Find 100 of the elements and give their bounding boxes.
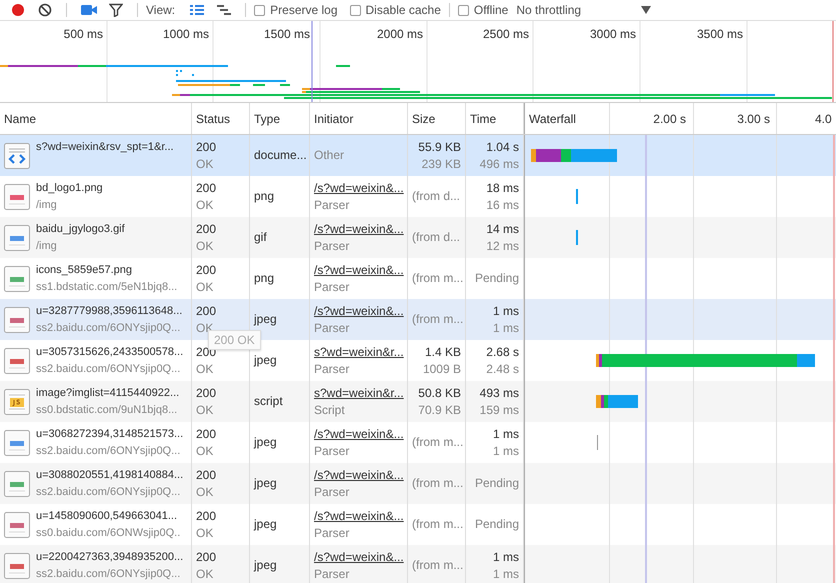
status-text: OK	[196, 360, 214, 378]
tick-label: 3500 ms	[696, 27, 743, 41]
initiator-cause: Other	[314, 147, 346, 164]
status-code: 200	[196, 138, 218, 156]
type-text: jpeg	[254, 434, 278, 451]
initiator-cause: Script	[314, 402, 346, 418]
latency-text: 12 ms	[486, 238, 519, 254]
status-code: 200	[196, 262, 218, 278]
status-code: 200	[196, 508, 218, 524]
status-text: OK	[196, 238, 214, 254]
timing-bar[interactable]	[596, 395, 638, 408]
image-file-icon	[4, 552, 30, 578]
tick-label: 2.00 s	[653, 111, 686, 128]
column-header[interactable]: Initiator	[310, 103, 408, 134]
initiator-link[interactable]: /s?wd=weixin&...	[314, 302, 403, 320]
time-text: Pending	[474, 475, 519, 492]
initiator-cause: Parser	[314, 238, 350, 254]
initiator-link[interactable]: /s?wd=weixin&...	[314, 220, 403, 238]
checkbox-label: Offline	[474, 3, 508, 17]
column-header[interactable]: Status	[192, 103, 250, 134]
size-text: (from m...	[412, 557, 461, 574]
resource-size: 239 KB	[422, 156, 461, 172]
initiator-link[interactable]: /s?wd=weixin&...	[314, 426, 403, 442]
file-path: ss2.baidu.com/6ONYsjip0Q...	[36, 320, 182, 336]
image-file-icon	[4, 306, 30, 332]
file-name: u=3088020551,4198140884...	[36, 468, 184, 482]
record-icon	[10, 3, 24, 17]
file-path: ss2.baidu.com/6ONYsjip0Q...	[36, 484, 182, 500]
size-text: (from d...	[412, 188, 461, 205]
latency-text: 496 ms	[480, 156, 519, 172]
file-path: /img	[36, 198, 58, 212]
file-path: ss2.baidu.com/6ONYsjip0Q...	[36, 566, 182, 582]
initiator-link[interactable]: /s?wd=weixin&...	[314, 180, 403, 196]
column-header[interactable]: Time	[466, 103, 524, 134]
status-text: OK	[196, 442, 214, 460]
time-text: 1.04 s	[486, 138, 519, 156]
size-text: (from d...	[412, 229, 461, 246]
initiator-link[interactable]: s?wd=weixin&r...	[314, 344, 403, 360]
type-text: jpeg	[254, 352, 278, 369]
initiator-cause: Parser	[314, 320, 350, 336]
image-file-icon	[4, 348, 30, 374]
request-row[interactable]: s?wd=weixin&rsv_spt=1&r... 200 OK docume... Other 55.9 KB 239 KB 1.04 s 496 ms	[0, 135, 836, 176]
status-text: OK	[196, 524, 214, 542]
checkbox[interactable]	[458, 4, 469, 16]
size-text: 1.4 KB	[424, 344, 461, 360]
script-file-icon	[4, 388, 30, 414]
request-row[interactable]: image?imglist=4115440922... ss0.bdstatic.com/9uN1bjq8... 200 OK script s?wd=weixin&r... Script 50.8 KB 70.9 KB 493 ms 159 ms	[0, 381, 836, 422]
image-file-icon	[4, 184, 30, 210]
latency-text: 1 ms	[492, 566, 519, 582]
file-path: ss2.baidu.com/6ONYsjip0Q...	[36, 362, 182, 376]
time-text: Pending	[474, 270, 519, 287]
status-text: OK	[196, 156, 214, 172]
status-code: 200	[196, 302, 218, 320]
file-name: s?wd=weixin&rsv_spt=1&r...	[36, 140, 174, 155]
status-text: OK	[196, 402, 214, 418]
throttling-dropdown[interactable]: No throttling	[516, 3, 652, 17]
file-path: ss0.bdstatic.com/9uN1bjq8...	[36, 402, 178, 418]
column-header[interactable]: Size	[408, 103, 466, 134]
file-name: baidu_jgylogo3.gif	[36, 222, 125, 236]
file-name: u=3068272394,3148521573...	[36, 426, 184, 442]
type-text: png	[254, 188, 276, 205]
initiator-link[interactable]: /s?wd=weixin&...	[314, 548, 403, 566]
type-text: jpeg	[254, 475, 278, 492]
type-text: jpeg	[254, 557, 278, 574]
tick-label: 3.00 s	[737, 111, 770, 128]
timing-bar[interactable]	[531, 149, 617, 162]
column-header[interactable]: Type	[250, 103, 310, 134]
tick-label: 4.0	[815, 111, 832, 128]
latency-text: 16 ms	[486, 196, 519, 214]
initiator-link[interactable]: /s?wd=weixin&...	[314, 262, 403, 278]
initiator-cause: Parser	[314, 524, 350, 542]
size-text: (from m...	[412, 270, 461, 287]
tick-label: 2000 ms	[376, 27, 423, 41]
initiator-cause: Parser	[314, 566, 350, 582]
initiator-link[interactable]: s?wd=weixin&r...	[314, 384, 403, 402]
tooltip: 200 OK	[208, 330, 261, 350]
status-text: OK	[196, 196, 214, 214]
size-text: 55.9 KB	[418, 138, 461, 156]
file-path: ss2.baidu.com/6ONYsjip0Q...	[36, 444, 182, 458]
checkbox-label: Preserve log	[270, 3, 338, 17]
column-header[interactable]: Waterfall	[529, 112, 576, 126]
type-text: jpeg	[254, 311, 278, 328]
initiator-cause: Parser	[314, 442, 350, 460]
initiator-link[interactable]: /s?wd=weixin&...	[314, 466, 403, 484]
size-text: (from m...	[412, 475, 461, 492]
file-name: u=3057315626,2433500578...	[36, 344, 184, 360]
checkbox[interactable]	[254, 4, 266, 16]
time-text: Pending	[474, 516, 519, 533]
type-text: png	[254, 270, 276, 287]
clear-icon	[38, 3, 52, 17]
file-name: u=3287779988,3596113648...	[36, 304, 182, 318]
latency-text: 1 ms	[492, 442, 519, 460]
latency-text: 159 ms	[480, 402, 519, 418]
checkbox[interactable]	[350, 4, 361, 16]
initiator-cause: Parser	[314, 360, 350, 378]
status-code: 200	[196, 180, 218, 196]
initiator-link[interactable]: /s?wd=weixin&...	[314, 508, 403, 524]
resource-size: 1009 B	[422, 360, 461, 378]
latency-text: 1 ms	[492, 320, 519, 336]
column-header[interactable]: Name	[0, 103, 192, 134]
